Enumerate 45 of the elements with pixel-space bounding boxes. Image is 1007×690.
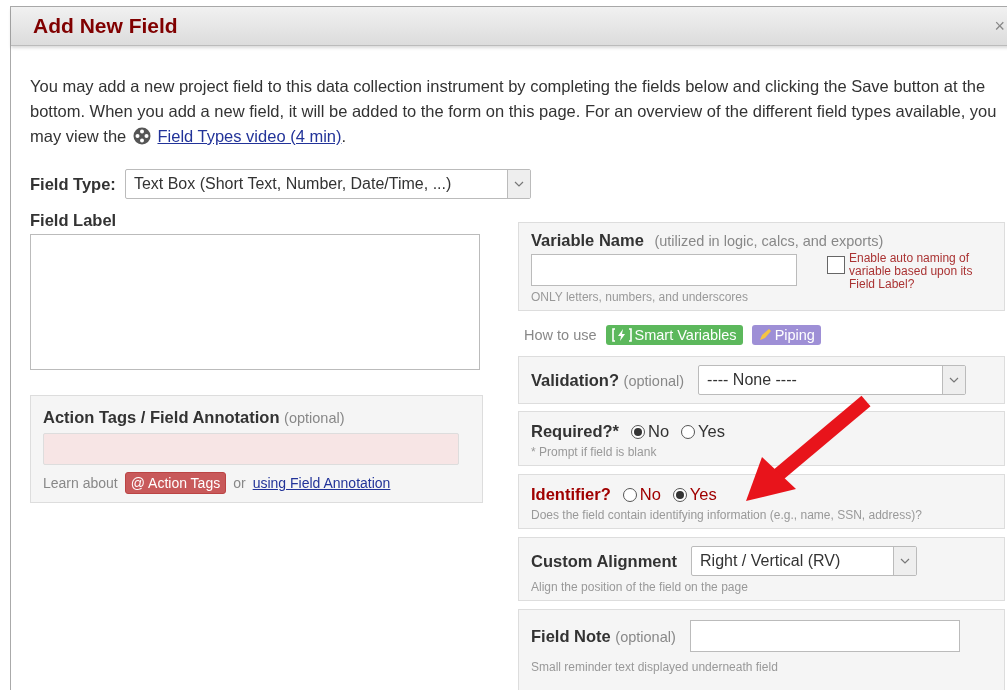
radio-button[interactable] <box>681 424 696 439</box>
film-reel-icon <box>132 127 151 145</box>
panel-heading: Required?* <box>531 422 619 441</box>
alignment-dropdown[interactable]: Right / Vertical (RV) <box>691 546 918 576</box>
panel-heading: Validation? (optional) <box>531 370 685 390</box>
video-link[interactable]: Field Types video (4 min) <box>157 127 342 145</box>
panel-heading: Action Tags / Field Annotation (optional) <box>43 408 345 426</box>
radio-button[interactable] <box>672 487 687 502</box>
dialog-title: Add New Field <box>33 14 178 38</box>
panel-heading: Field Note (optional) <box>531 626 676 646</box>
panel-heading: Custom Alignment <box>531 551 678 571</box>
field-type-dropdown[interactable]: Text Box (Short Text, Number, Date/Time, ...) <box>124 169 531 199</box>
how-to-use-label: How to use <box>524 327 597 343</box>
field-label: Field Type: <box>30 174 116 194</box>
option-label: No <box>648 422 670 441</box>
field-note-field[interactable] <box>689 620 960 652</box>
radio-button[interactable] <box>622 487 637 502</box>
auto-naming-label: Enable auto naming of variable based upon its Field Label? <box>849 252 974 291</box>
panel-heading: Variable Name (utilized in logic, calcs, and exports) <box>531 231 884 249</box>
action-tags-button[interactable]: @ Action Tags <box>124 472 227 494</box>
help-text: ONLY letters, numbers, and underscores <box>531 290 749 304</box>
panel-heading: Identifier? <box>531 485 611 504</box>
validation-dropdown[interactable]: ---- None ---- <box>698 365 967 395</box>
option-label: Yes <box>689 485 717 504</box>
help-text: * Prompt if field is blank <box>531 445 658 459</box>
or-label: or <box>233 475 246 491</box>
chevron-down-icon <box>513 181 524 187</box>
learn-label: Learn about <box>43 475 118 491</box>
chevron-down-icon <box>949 377 960 383</box>
field-label: Field Label <box>30 211 117 229</box>
chevron-down-icon <box>900 558 911 564</box>
help-text: Align the position of the field on the page <box>531 580 749 594</box>
help-text: Does the field contain identifying information (e.g., name, SSN, address)? <box>531 508 923 522</box>
bolt-bracket-icon <box>611 328 632 342</box>
intro-paragraph: You may add a new project field to this data collection instrument by completing the fields below and clicking the Save button at the bottom. When you add a new field, it will be added to the form on this page. For an overview of the different field types available, you may view the Field Types video (4 min). <box>30 76 998 147</box>
annotation-field[interactable] <box>43 433 459 465</box>
radio-button[interactable] <box>631 424 645 439</box>
field-label-textarea[interactable] <box>30 234 480 370</box>
help-text: Small reminder text displayed underneath field <box>531 660 779 674</box>
pen-icon <box>757 328 772 342</box>
checkbox[interactable] <box>827 256 845 274</box>
option-label: No <box>639 485 661 504</box>
annotation-link[interactable]: using Field Annotation <box>252 475 391 491</box>
variable-name-field[interactable] <box>531 254 797 286</box>
option-label: Yes <box>698 422 726 441</box>
